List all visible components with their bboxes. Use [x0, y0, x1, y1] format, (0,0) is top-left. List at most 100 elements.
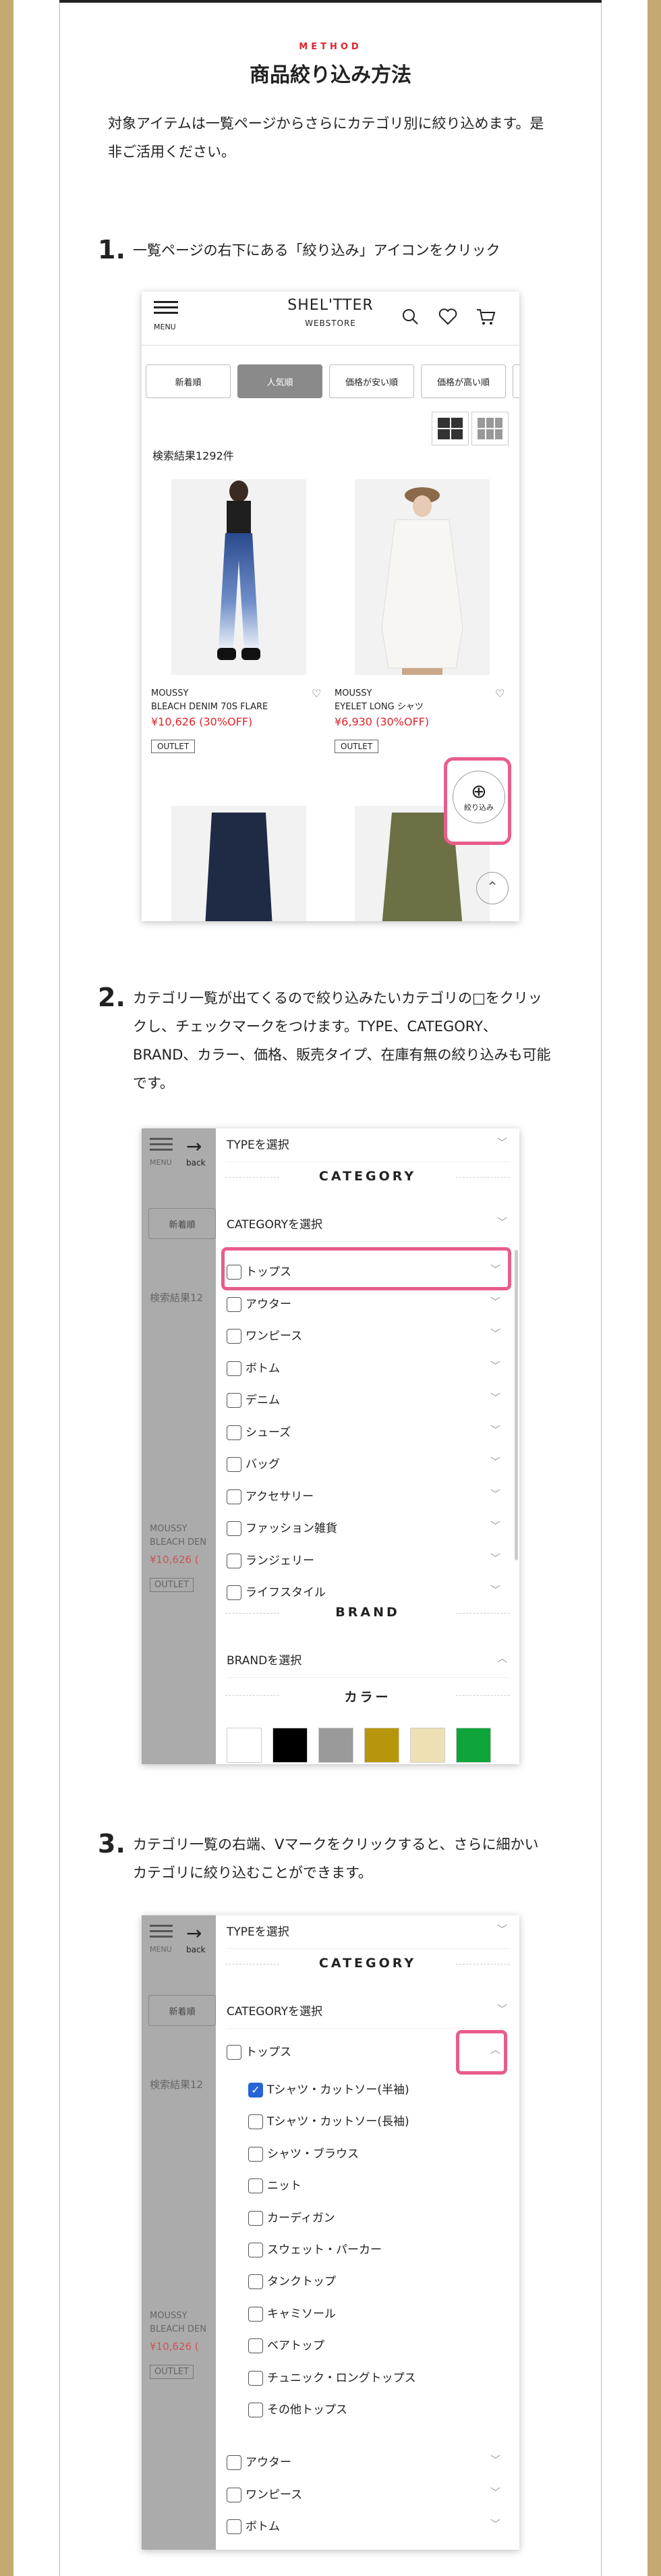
category-item[interactable]: ワンピース ﹀ — [227, 1326, 510, 1352]
chevron-down-icon[interactable]: ﹀ — [490, 1390, 500, 1404]
back-label[interactable]: back — [186, 1945, 206, 1954]
product-image-3[interactable] — [171, 806, 306, 921]
category-select[interactable]: CATEGORYを選択 ﹀ — [227, 1215, 510, 1242]
checkbox[interactable] — [248, 2146, 263, 2162]
chevron-down-icon[interactable]: ﹀ — [490, 1326, 500, 1340]
checkbox[interactable] — [248, 2370, 263, 2386]
product-name[interactable]: EYELET LONG シャツ — [335, 701, 424, 714]
product-name[interactable]: BLEACH DENIM 70S FLARE — [151, 701, 268, 714]
checkbox[interactable] — [248, 2274, 263, 2290]
category-item[interactable]: アウター ﹀ — [227, 2452, 510, 2478]
category-item[interactable]: デニム ﹀ — [227, 1390, 510, 1416]
type-select[interactable]: TYPEを選択 ﹀ — [227, 1135, 510, 1162]
checkbox[interactable] — [227, 1457, 241, 1472]
site-logo[interactable]: SHEL'TTER — [277, 297, 384, 314]
checkbox[interactable] — [248, 2114, 263, 2130]
chevron-down-icon[interactable]: ﹀ — [490, 1487, 500, 1501]
checkbox[interactable] — [227, 2519, 241, 2534]
subcategory-item[interactable]: キャミソール — [248, 2304, 510, 2328]
back-arrow-icon[interactable]: → — [186, 1135, 202, 1157]
chevron-down-icon[interactable]: ﹀ — [490, 2452, 500, 2467]
favorite-heart-icon[interactable]: ♡ — [312, 687, 321, 700]
category-item[interactable]: アウター ﹀ — [227, 1294, 510, 1320]
subcategory-item[interactable]: Tシャツ・カットソー(長袖) — [248, 2112, 510, 2136]
brand-select[interactable]: BRANDを選択 ︿ — [227, 1651, 510, 1678]
grid-large-icon[interactable] — [432, 412, 469, 445]
subcategory-item[interactable]: ✓ Tシャツ・カットソー(半袖) — [248, 2080, 510, 2104]
checkbox[interactable] — [227, 1296, 241, 1312]
subcategory-item[interactable]: その他トップス — [248, 2400, 510, 2424]
subcategory-item[interactable]: スウェット・パーカー — [248, 2240, 510, 2264]
sort-popular-button[interactable]: 人気順 — [237, 364, 322, 398]
category-item[interactable]: ボトム ﹀ — [227, 2517, 510, 2542]
type-select[interactable]: TYPEを選択 ﹀ — [227, 1922, 510, 1949]
category-item[interactable]: ワンピース ﹀ — [227, 2485, 510, 2511]
subcategory-item[interactable]: タンクトップ — [248, 2272, 510, 2296]
checkbox[interactable] — [227, 2455, 241, 2470]
category-item[interactable]: ファッション雑貨 ﹀ — [227, 1518, 510, 1544]
scroll-top-icon[interactable]: ⌃ — [476, 872, 509, 904]
chevron-down-icon[interactable]: ﹀ — [490, 2517, 500, 2531]
checkbox[interactable] — [248, 2210, 263, 2226]
chevron-down-icon[interactable]: ﹀ — [490, 2485, 500, 2499]
grid-small-icon[interactable] — [471, 412, 509, 445]
chevron-down-icon[interactable]: ﹀ — [490, 1294, 500, 1309]
color-swatch[interactable] — [318, 1728, 353, 1763]
checkbox[interactable] — [227, 1425, 241, 1440]
back-arrow-icon[interactable]: → — [186, 1922, 202, 1944]
color-swatch[interactable] — [456, 1728, 491, 1763]
sort-price-high-button[interactable]: 価格が高い順 — [421, 364, 506, 398]
checkbox-checked[interactable]: ✓ — [248, 2083, 263, 2098]
color-swatch[interactable] — [364, 1728, 399, 1763]
bg-result-count: 検索結果12 — [150, 2079, 204, 2091]
sort-price-low-button[interactable]: 価格が安い順 — [329, 364, 414, 398]
product-image-1[interactable] — [171, 479, 306, 675]
back-label[interactable]: back — [186, 1158, 206, 1168]
checkbox[interactable] — [248, 2306, 263, 2322]
heart-icon[interactable] — [438, 308, 457, 329]
checkbox[interactable] — [227, 1361, 241, 1376]
filter-button[interactable]: ⊕ 絞り込み — [453, 771, 505, 823]
favorite-heart-icon[interactable]: ♡ — [495, 687, 505, 700]
category-item[interactable]: ランジェリー ﹀ — [227, 1551, 510, 1577]
chevron-down-icon[interactable]: ﹀ — [490, 1583, 500, 1597]
chevron-down-icon[interactable]: ﹀ — [490, 1551, 500, 1565]
checkbox[interactable] — [227, 1553, 241, 1568]
scrollbar[interactable] — [515, 1250, 518, 1560]
subcategory-item[interactable]: シャツ・ブラウス — [248, 2144, 510, 2168]
checkbox[interactable] — [248, 2178, 263, 2194]
category-select[interactable]: CATEGORYを選択 ﹀ — [227, 2002, 510, 2029]
color-swatch[interactable] — [227, 1728, 262, 1763]
category-item[interactable]: アクセサリー ﹀ — [227, 1487, 510, 1512]
chevron-down-icon[interactable]: ﹀ — [490, 1454, 500, 1469]
checkbox[interactable] — [227, 2045, 241, 2060]
checkbox[interactable] — [227, 2487, 241, 2502]
search-icon[interactable] — [401, 308, 419, 329]
color-swatch[interactable] — [272, 1728, 308, 1763]
product-image-2[interactable] — [355, 479, 490, 675]
sort-more-button[interactable] — [513, 364, 519, 398]
checkbox[interactable] — [227, 1585, 241, 1600]
checkbox[interactable] — [227, 1521, 241, 1536]
hamburger-icon[interactable] — [154, 301, 178, 317]
cart-icon[interactable] — [476, 308, 496, 329]
checkbox[interactable] — [227, 1393, 241, 1408]
subcategory-item[interactable]: チュニック・ロングトップス — [248, 2368, 510, 2392]
checkbox[interactable] — [227, 1329, 241, 1344]
checkbox[interactable] — [248, 2243, 263, 2257]
chevron-down-icon[interactable]: ﹀ — [490, 1359, 500, 1373]
chevron-down-icon[interactable]: ﹀ — [490, 1518, 500, 1533]
chevron-down-icon[interactable]: ﹀ — [490, 1423, 500, 1437]
color-swatch[interactable] — [410, 1728, 445, 1763]
category-item[interactable]: シューズ ﹀ — [227, 1423, 510, 1448]
checkbox[interactable] — [227, 1489, 241, 1504]
sort-new-button[interactable]: 新着順 — [146, 364, 231, 398]
subcategory-item[interactable]: ニット — [248, 2176, 510, 2200]
view-toggle[interactable] — [432, 412, 509, 445]
checkbox[interactable] — [248, 2403, 263, 2417]
subcategory-item[interactable]: カーディガン — [248, 2208, 510, 2232]
category-item[interactable]: バッグ ﹀ — [227, 1454, 510, 1480]
category-item[interactable]: ボトム ﹀ — [227, 1359, 510, 1384]
checkbox[interactable] — [248, 2338, 263, 2354]
subcategory-item[interactable]: ベアトップ — [248, 2336, 510, 2360]
